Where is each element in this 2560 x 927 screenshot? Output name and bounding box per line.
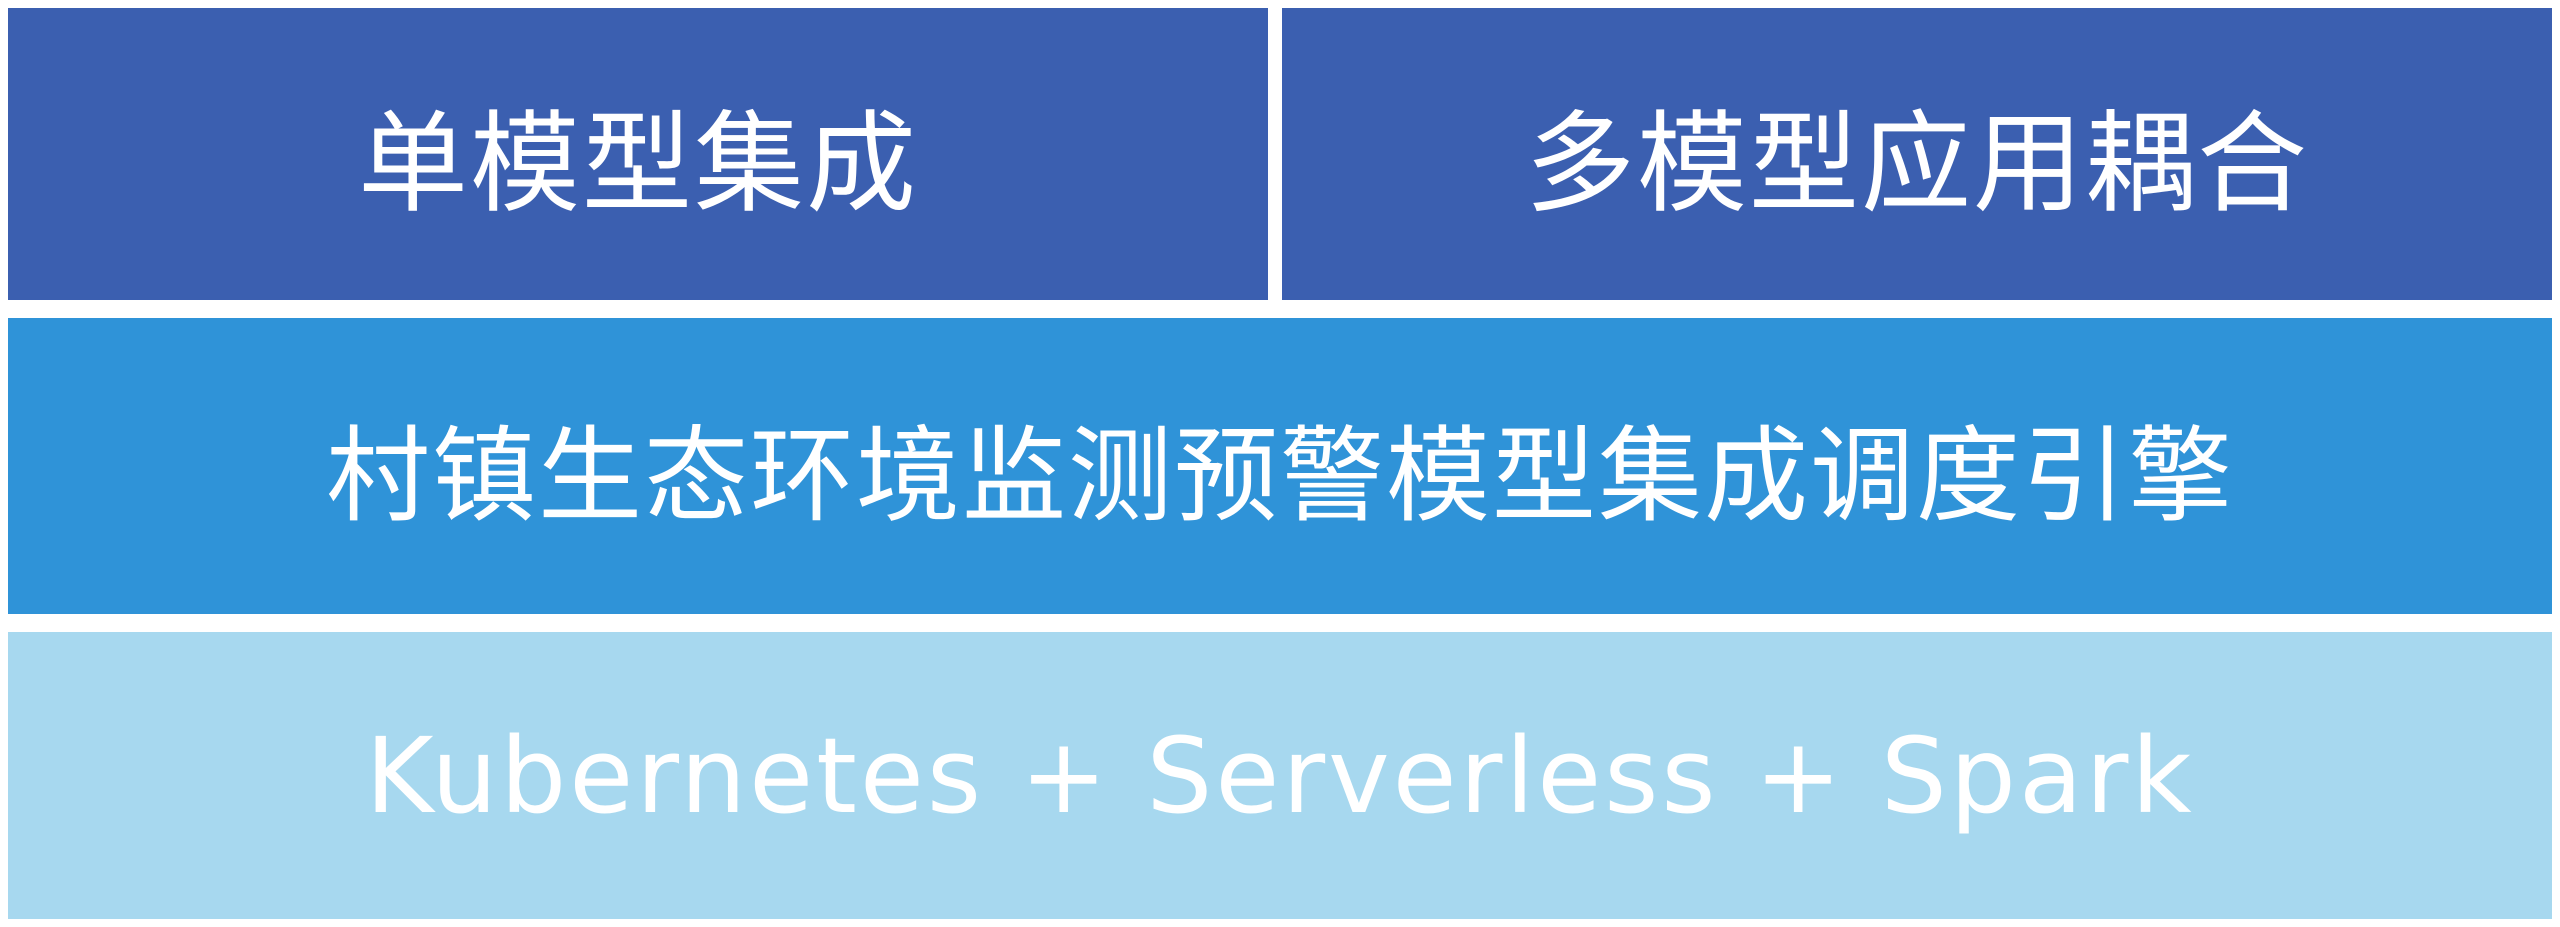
multi-model-coupling-label: 多模型应用耦合	[1525, 100, 2309, 228]
multi-model-coupling-block: 多模型应用耦合	[1282, 8, 2552, 300]
infrastructure-block: Kubernetes + Serverless + Spark	[8, 632, 2552, 919]
single-model-integration-block: 单模型集成	[8, 8, 1268, 300]
single-model-integration-label: 单模型集成	[358, 100, 918, 228]
architecture-diagram: 单模型集成 多模型应用耦合 村镇生态环境监测预警模型集成调度引擎 Kuberne…	[0, 0, 2560, 927]
scheduling-engine-block: 村镇生态环境监测预警模型集成调度引擎	[8, 318, 2552, 614]
scheduling-engine-label: 村镇生态环境监测预警模型集成调度引擎	[325, 414, 2234, 537]
infrastructure-label: Kubernetes + Serverless + Spark	[365, 714, 2195, 837]
